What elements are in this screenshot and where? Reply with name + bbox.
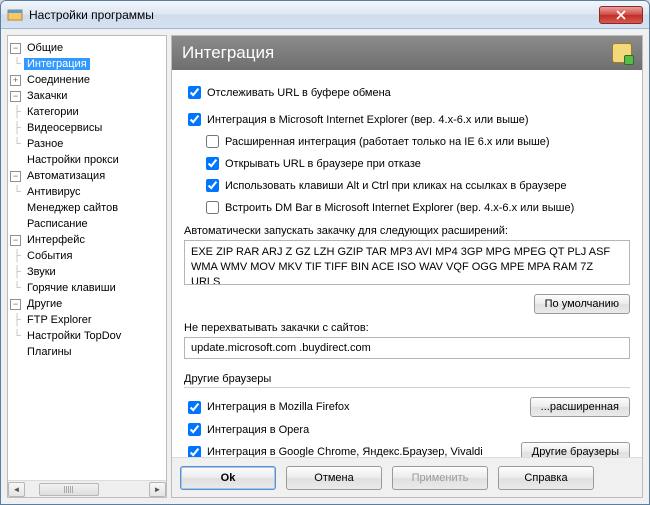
chrome-checkbox[interactable] bbox=[188, 446, 201, 458]
dialog-footer: Ok Отмена Применить Справка bbox=[172, 457, 642, 497]
close-button[interactable] bbox=[599, 6, 643, 24]
ie-keys-checkbox[interactable] bbox=[206, 179, 219, 192]
opt-ie-keys[interactable]: Использовать клавиши Alt и Ctrl при клик… bbox=[202, 176, 630, 195]
tree-item-misc[interactable]: └Разное bbox=[10, 136, 164, 152]
tree-item-connection[interactable]: +Соединение bbox=[10, 72, 164, 88]
tree-item-sitemgr[interactable]: Менеджер сайтов bbox=[10, 200, 164, 216]
tree-item-hotkeys[interactable]: └Горячие клавиши bbox=[10, 280, 164, 296]
scroll-thumb[interactable] bbox=[39, 483, 99, 496]
opt-ie-bar[interactable]: Встроить DM Bar в Microsoft Internet Exp… bbox=[202, 198, 630, 217]
tree-item-automation[interactable]: −Автоматизация bbox=[10, 168, 164, 184]
settings-window: Настройки программы −Общие └Интеграция +… bbox=[0, 0, 650, 505]
nav-tree[interactable]: −Общие └Интеграция +Соединение −Закачки … bbox=[7, 35, 167, 498]
firefox-extended-button[interactable]: ...расширенная bbox=[530, 397, 630, 417]
tree-item-other[interactable]: −Другие bbox=[10, 296, 164, 312]
opt-firefox[interactable]: Интеграция в Mozilla Firefox bbox=[184, 398, 530, 417]
tree-item-categories[interactable]: ├Категории bbox=[10, 104, 164, 120]
ie-bar-checkbox[interactable] bbox=[206, 201, 219, 214]
skip-sites-label: Не перехватывать закачки с сайтов: bbox=[184, 322, 630, 334]
opt-chrome[interactable]: Интеграция в Google Chrome, Яндекс.Брауз… bbox=[184, 443, 521, 458]
scroll-right-button[interactable]: ► bbox=[149, 482, 166, 497]
opt-opera[interactable]: Интеграция в Opera bbox=[184, 420, 630, 439]
tree-item-antivirus[interactable]: └Антивирус bbox=[10, 184, 164, 200]
tree-item-ftp[interactable]: ├FTP Explorer bbox=[10, 312, 164, 328]
main-panel: Интеграция Отслеживать URL в буфере обме… bbox=[171, 35, 643, 498]
opera-checkbox[interactable] bbox=[188, 423, 201, 436]
opt-ie-open[interactable]: Открывать URL в браузере при отказе bbox=[202, 154, 630, 173]
tree-item-sounds[interactable]: ├Звуки bbox=[10, 264, 164, 280]
tree-item-general[interactable]: −Общие bbox=[10, 40, 164, 56]
cancel-button[interactable]: Отмена bbox=[286, 466, 382, 490]
tree-item-interface[interactable]: −Интерфейс bbox=[10, 232, 164, 248]
panel-title: Интеграция bbox=[182, 43, 612, 63]
apply-button[interactable]: Применить bbox=[392, 466, 488, 490]
tree-item-proxy[interactable]: Настройки прокси bbox=[10, 152, 164, 168]
auto-ext-label: Автоматически запускать закачку для след… bbox=[184, 225, 630, 237]
tree-item-events[interactable]: ├События bbox=[10, 248, 164, 264]
help-button[interactable]: Справка bbox=[498, 466, 594, 490]
tree-item-schedule[interactable]: Расписание bbox=[10, 216, 164, 232]
tree-h-scrollbar[interactable]: ◄ ► bbox=[8, 480, 166, 497]
tree-item-videoservices[interactable]: ├Видеосервисы bbox=[10, 120, 164, 136]
ok-button[interactable]: Ok bbox=[180, 466, 276, 490]
tree-item-plugins[interactable]: Плагины bbox=[10, 344, 164, 360]
clipboard-checkbox[interactable] bbox=[188, 86, 201, 99]
ie-extended-checkbox[interactable] bbox=[206, 135, 219, 148]
skip-sites-input[interactable] bbox=[184, 337, 630, 359]
opt-clipboard[interactable]: Отслеживать URL в буфере обмена bbox=[184, 83, 630, 102]
ie-open-checkbox[interactable] bbox=[206, 157, 219, 170]
app-icon bbox=[7, 7, 23, 23]
opt-ie-extended[interactable]: Расширенная интеграция (работает только … bbox=[202, 132, 630, 151]
tree-item-integration[interactable]: └Интеграция bbox=[10, 56, 164, 72]
default-extensions-button[interactable]: По умолчанию bbox=[534, 294, 630, 314]
tree-item-topdov[interactable]: └Настройки TopDov bbox=[10, 328, 164, 344]
scroll-left-button[interactable]: ◄ bbox=[8, 482, 25, 497]
other-browsers-button[interactable]: Другие браузеры bbox=[521, 442, 630, 457]
panel-header: Интеграция bbox=[172, 36, 642, 70]
window-title: Настройки программы bbox=[29, 8, 599, 22]
close-icon bbox=[616, 10, 626, 20]
tree-item-downloads[interactable]: −Закачки bbox=[10, 88, 164, 104]
other-browsers-title: Другие браузеры bbox=[184, 373, 630, 385]
firefox-checkbox[interactable] bbox=[188, 401, 201, 414]
integration-icon bbox=[612, 43, 632, 63]
titlebar: Настройки программы bbox=[1, 1, 649, 29]
auto-ext-input[interactable] bbox=[184, 240, 630, 285]
opt-ie-integration[interactable]: Интеграция в Microsoft Internet Explorer… bbox=[184, 110, 630, 129]
ie-integration-checkbox[interactable] bbox=[188, 113, 201, 126]
